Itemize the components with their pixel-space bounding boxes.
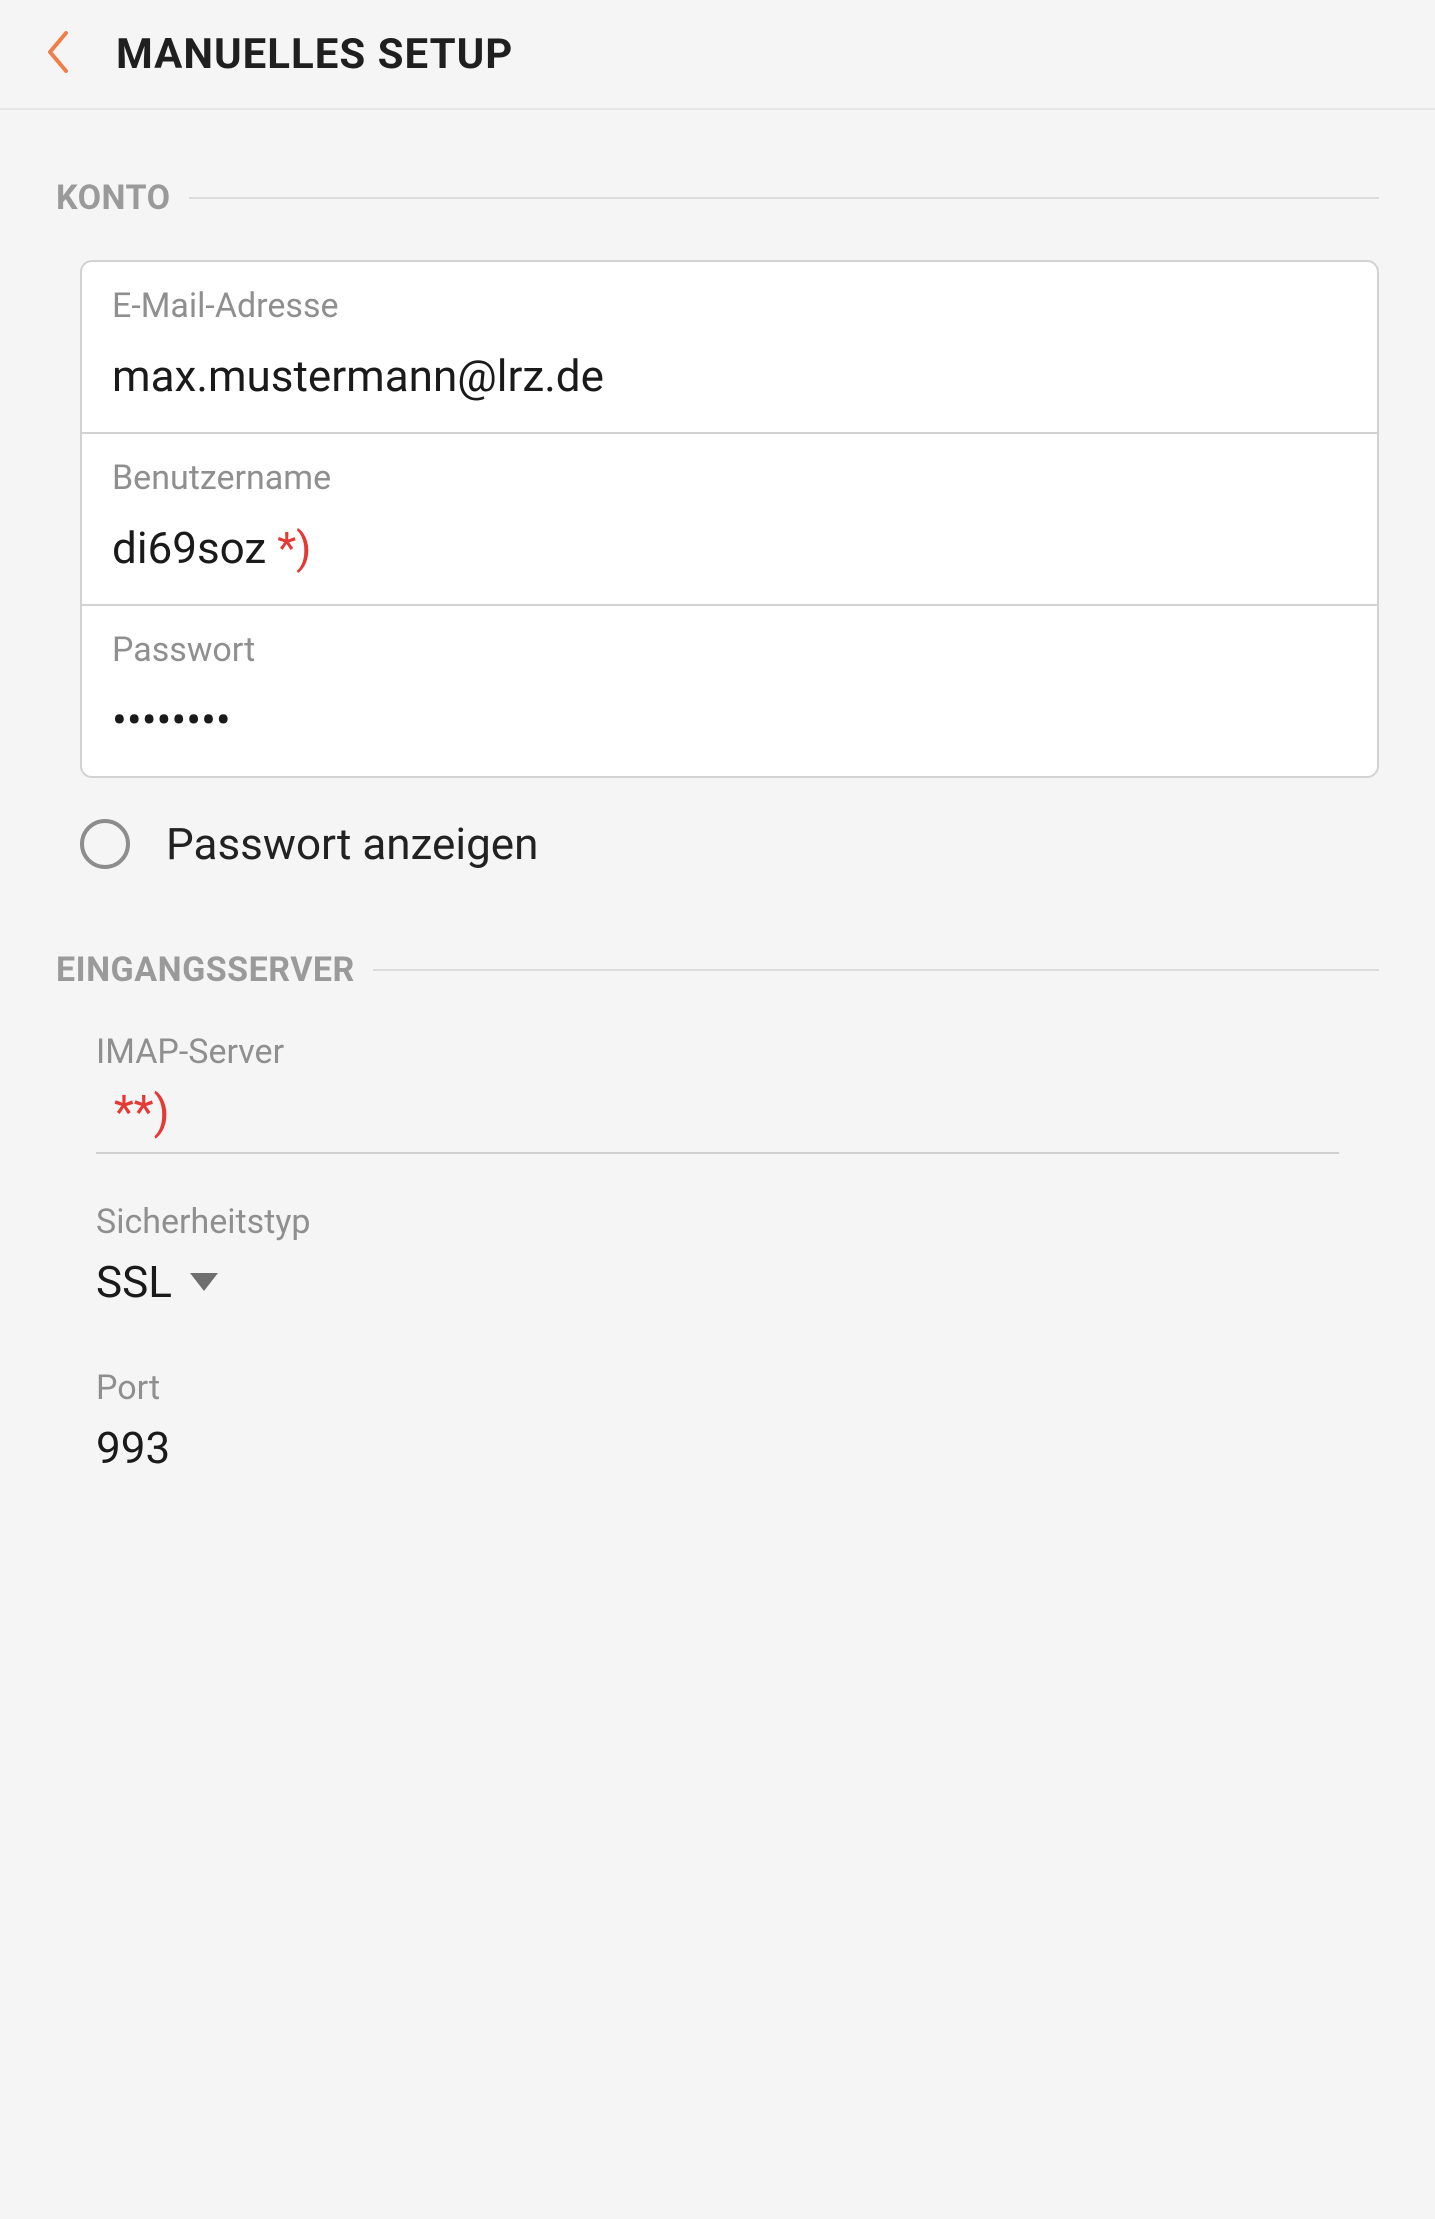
imap-server-field[interactable]: IMAP-Server **)	[96, 1032, 1339, 1154]
port-label: Port	[96, 1368, 1339, 1408]
password-value: ••••••••	[112, 694, 1347, 746]
security-type-value: SSL	[96, 1256, 172, 1308]
chevron-left-icon	[46, 31, 70, 77]
port-field[interactable]: Port 993	[96, 1368, 1339, 1486]
divider	[373, 969, 1379, 971]
username-value: di69soz *)	[112, 522, 1347, 574]
section-label-incoming: EINGANGSSERVER	[56, 950, 355, 990]
back-button[interactable]	[40, 36, 76, 72]
dropdown-caret-icon	[190, 1273, 218, 1291]
security-type-label: Sicherheitstyp	[96, 1202, 1339, 1242]
page-title: MANUELLES SETUP	[116, 30, 513, 79]
section-header-incoming: EINGANGSSERVER	[56, 950, 1379, 990]
content: KONTO E-Mail-Adresse max.mustermann@lrz.…	[0, 110, 1435, 1546]
radio-unchecked-icon	[80, 819, 130, 869]
email-label: E-Mail-Adresse	[112, 286, 1347, 326]
app-header: MANUELLES SETUP	[0, 0, 1435, 110]
password-field[interactable]: Passwort ••••••••	[82, 604, 1377, 776]
username-field[interactable]: Benutzername di69soz *)	[82, 432, 1377, 604]
imap-server-annotation: **)	[114, 1086, 170, 1140]
imap-server-label: IMAP-Server	[96, 1032, 1339, 1072]
divider	[189, 197, 1379, 199]
section-header-account: KONTO	[56, 178, 1379, 218]
security-type-field[interactable]: Sicherheitstyp SSL	[96, 1202, 1339, 1320]
password-label: Passwort	[112, 630, 1347, 670]
account-card: E-Mail-Adresse max.mustermann@lrz.de Ben…	[80, 260, 1379, 778]
section-label-account: KONTO	[56, 178, 171, 218]
show-password-toggle[interactable]: Passwort anzeigen	[80, 818, 1379, 870]
port-value: 993	[96, 1422, 170, 1474]
username-text: di69soz	[112, 522, 266, 574]
email-value: max.mustermann@lrz.de	[112, 350, 1347, 402]
username-label: Benutzername	[112, 458, 1347, 498]
email-field[interactable]: E-Mail-Adresse max.mustermann@lrz.de	[82, 262, 1377, 432]
show-password-label: Passwort anzeigen	[166, 818, 538, 870]
username-annotation: *)	[277, 522, 311, 574]
